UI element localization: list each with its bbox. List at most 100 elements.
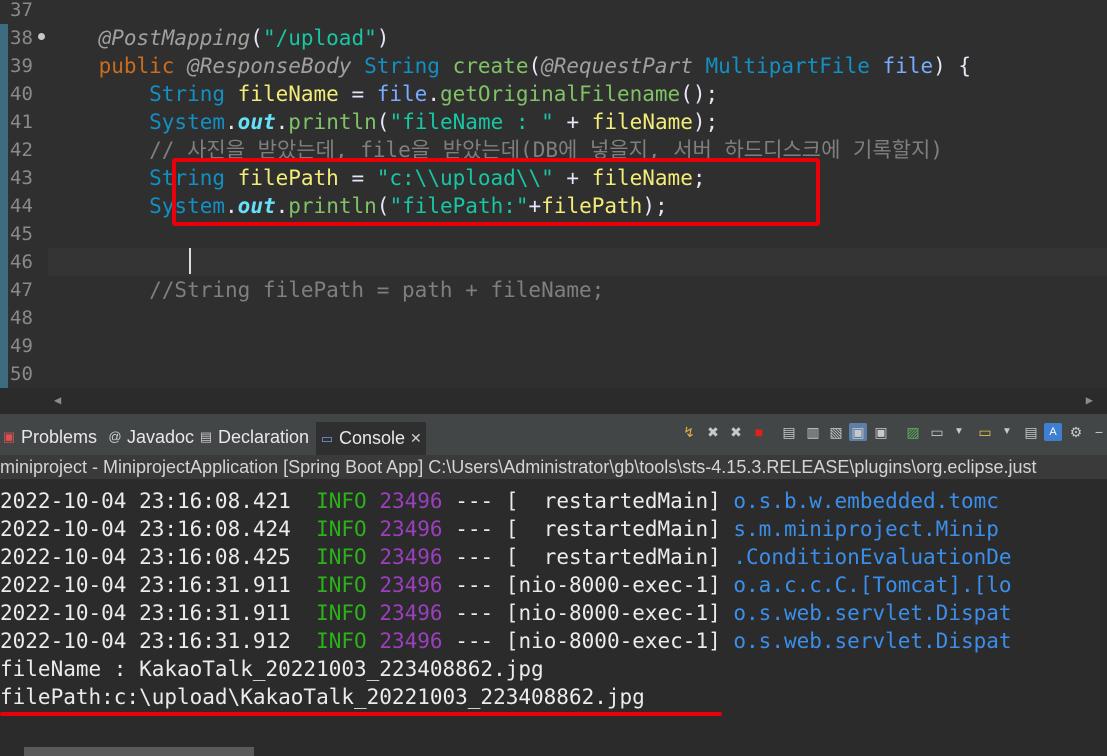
tab-javadoc[interactable]: @ Javadoc: [108, 422, 194, 452]
javadoc-icon: @: [108, 429, 122, 444]
log-timestamp: 2022-10-04 23:16:08.424: [0, 517, 291, 541]
console-launch-description: miniproject - MiniprojectApplication [Sp…: [0, 455, 1107, 479]
highlight-box: [172, 158, 820, 226]
line-number: 40: [10, 83, 33, 105]
chevron-down-icon[interactable]: ▼: [998, 423, 1016, 441]
terminate-icon[interactable]: ■: [750, 423, 768, 441]
console-log-row: 2022-10-04 23:16:31.912 INFO 23496 --- […: [0, 627, 1012, 655]
log-thread: [ restartedMain]: [505, 517, 721, 541]
log-logger: o.s.web.servlet.Dispat: [733, 629, 1012, 653]
copy-icon[interactable]: ▤: [1022, 423, 1040, 441]
log-timestamp: 2022-10-04 23:16:31.912: [0, 629, 291, 653]
ansi-console-icon[interactable]: A: [1044, 423, 1062, 441]
display-selected-console-icon[interactable]: ▭: [928, 423, 946, 441]
code-line[interactable]: [48, 0, 1107, 24]
code-token: "/upload": [262, 26, 377, 50]
code-token: System: [48, 110, 226, 134]
remove-all-terminated-icon[interactable]: ✖: [727, 423, 745, 441]
gutter-line: 37: [0, 0, 48, 24]
code-token: @PostMapping: [48, 26, 251, 50]
tab-problems[interactable]: ▣ Problems: [2, 422, 97, 452]
code-token: .: [225, 110, 238, 134]
problems-icon: ▣: [2, 429, 16, 444]
pin-console-icon[interactable]: ▨: [904, 423, 922, 441]
show-console-on-error-icon[interactable]: ▣: [872, 423, 890, 441]
log-timestamp: 2022-10-04 23:16:08.425: [0, 545, 291, 569]
highlight-underline: [0, 712, 722, 716]
gutter-line: 41: [0, 108, 48, 136]
log-pid: 23496: [379, 489, 443, 513]
gutter-line: 49: [0, 332, 48, 360]
code-line[interactable]: [48, 360, 1107, 388]
code-line[interactable]: System.out.println("fileName : " + fileN…: [48, 108, 1107, 136]
log-thread: [ restartedMain]: [505, 545, 721, 569]
code-token: (: [376, 110, 390, 134]
view-tab-bar: ▣ Problems @ Javadoc ▤ Declaration ▭ Con…: [0, 414, 1107, 455]
scroll-left-icon[interactable]: ◀: [54, 393, 61, 407]
console-output[interactable]: 2022-10-04 23:16:08.421 INFO 23496 --- […: [0, 479, 1107, 741]
code-line[interactable]: [48, 304, 1107, 332]
log-level: INFO: [316, 629, 367, 653]
log-logger: o.s.b.w.embedded.tomc: [733, 489, 999, 513]
gutter-line: 38: [0, 24, 48, 52]
log-thread: [nio-8000-exec-1]: [505, 573, 721, 597]
console-horizontal-scrollbar[interactable]: [0, 741, 1107, 756]
line-number-gutter: 37 38 39 40 41 42 43 44 45 46 47 48 49 50: [0, 0, 48, 388]
gutter-line: 46: [0, 248, 48, 276]
code-line[interactable]: String fileName = file.getOriginalFilena…: [48, 80, 1107, 108]
chevron-down-icon[interactable]: ▼: [950, 423, 968, 441]
tab-declaration[interactable]: ▤ Declaration: [199, 422, 309, 452]
log-thread: [nio-8000-exec-1]: [505, 629, 721, 653]
code-token: =: [338, 82, 377, 106]
show-console-on-output-icon[interactable]: ▣: [849, 423, 867, 441]
code-line[interactable]: [48, 332, 1107, 360]
code-line[interactable]: @PostMapping("/upload"): [48, 24, 1107, 52]
fold-marker-icon[interactable]: [38, 33, 45, 40]
tab-console-label: Console: [339, 428, 406, 448]
log-level: INFO: [316, 601, 367, 625]
console-icon: ▭: [320, 430, 334, 446]
remove-launch-icon[interactable]: ✖: [704, 423, 722, 441]
log-pid: 23496: [379, 517, 443, 541]
terminate-relaunch-icon[interactable]: ↯: [680, 423, 698, 441]
change-marker: [0, 164, 8, 192]
gutter-line: 42: [0, 136, 48, 164]
code-token: MultipartFile: [705, 54, 883, 78]
console-log-row: 2022-10-04 23:16:08.425 INFO 23496 --- […: [0, 543, 1012, 571]
code-line[interactable]: public @ResponseBody String create(@Requ…: [48, 52, 1107, 80]
gutter-line: 43: [0, 164, 48, 192]
code-token: fileName: [237, 82, 339, 106]
code-line[interactable]: [48, 248, 1107, 276]
scroll-lock-icon[interactable]: ▥: [804, 423, 822, 441]
open-console-icon[interactable]: ▭: [976, 423, 994, 441]
line-number: 42: [10, 139, 33, 161]
editor-horizontal-scrollbar[interactable]: ◀ ▶: [48, 388, 1107, 414]
code-token: @RequestPart: [541, 54, 706, 78]
line-number: 38: [10, 27, 33, 49]
scrollbar-thumb[interactable]: [24, 747, 254, 756]
code-editor[interactable]: 37 38 39 40 41 42 43 44 45 46 47 48 49 50 @PostMappin…: [0, 0, 1107, 388]
code-token: ) {: [933, 54, 972, 78]
log-timestamp: 2022-10-04 23:16:31.911: [0, 601, 291, 625]
view-menu-icon[interactable]: −: [1090, 423, 1107, 441]
scroll-right-icon[interactable]: ▶: [1086, 393, 1093, 407]
line-number: 44: [10, 195, 33, 217]
close-icon[interactable]: ✕: [410, 430, 422, 447]
code-token: //String filePath = path + fileName;: [48, 278, 605, 302]
code-line[interactable]: //String filePath = path + fileName;: [48, 276, 1107, 304]
change-marker: [0, 192, 8, 220]
console-output-line: filePath:c:\upload\KakaoTalk_20221003_22…: [0, 685, 645, 709]
code-token: fileName: [591, 110, 693, 134]
code-token: .: [427, 82, 440, 106]
log-timestamp: 2022-10-04 23:16:08.421: [0, 489, 291, 513]
gear-icon[interactable]: ⚙: [1067, 423, 1085, 441]
word-wrap-icon[interactable]: ▧: [827, 423, 845, 441]
console-output-line: fileName : KakaoTalk_20221003_223408862.…: [0, 657, 544, 681]
clear-console-icon[interactable]: ▤: [780, 423, 798, 441]
code-token: ): [376, 26, 390, 50]
log-logger: s.m.miniproject.Minip: [733, 517, 999, 541]
tab-console[interactable]: ▭ Console ✕: [316, 422, 426, 455]
code-token: file: [376, 82, 428, 106]
log-pid: 23496: [379, 545, 443, 569]
log-logger: o.s.web.servlet.Dispat: [733, 601, 1012, 625]
